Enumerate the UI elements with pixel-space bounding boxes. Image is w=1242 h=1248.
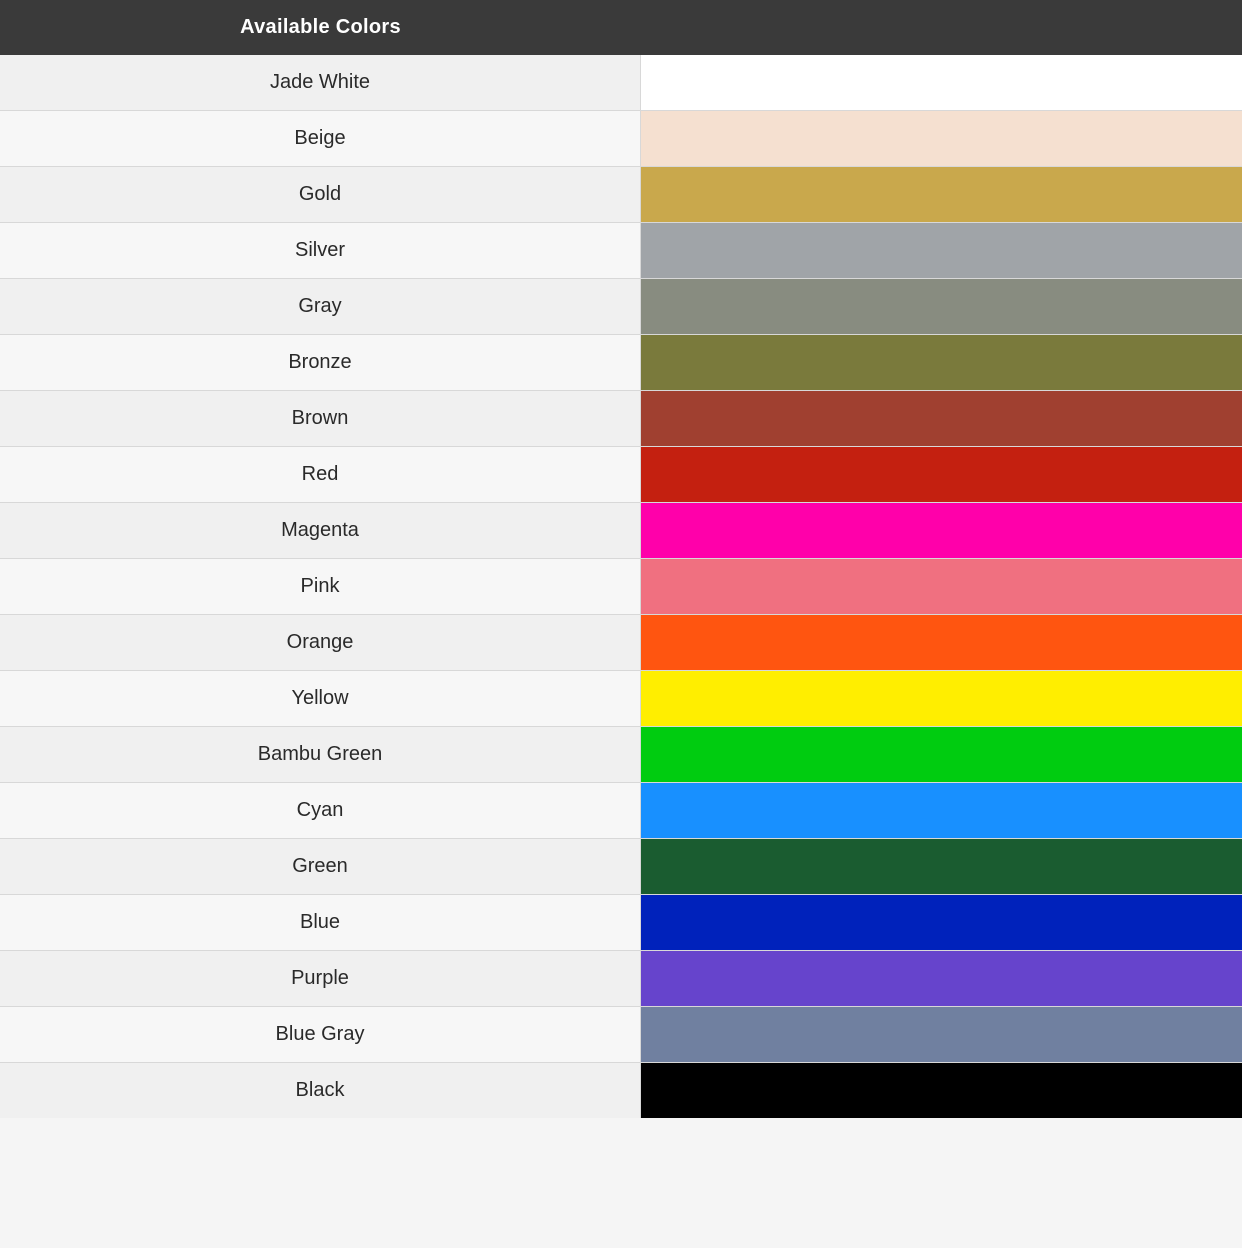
table-row: Pink [0,559,1242,615]
color-name-label: Pink [301,575,340,598]
color-name-label: Black [296,1079,345,1102]
color-name-label: Red [302,463,339,486]
table-title: Available Colors [240,16,401,39]
color-name-cell: Bambu Green [0,727,641,782]
color-name-label: Gold [299,183,341,206]
table-row: Red [0,447,1242,503]
table-row: Jade White [0,55,1242,111]
color-name-label: Green [292,855,348,878]
color-swatch [641,839,1242,894]
table-row: Orange [0,615,1242,671]
color-name-cell: Gold [0,167,641,222]
color-swatch [641,1063,1242,1118]
color-name-cell: Brown [0,391,641,446]
table-row: Cyan [0,783,1242,839]
table-header: Available Colors [0,0,1242,55]
table-row: Gray [0,279,1242,335]
color-name-cell: Cyan [0,783,641,838]
color-name-cell: Jade White [0,55,641,110]
table-row: Gold [0,167,1242,223]
table-row: Purple [0,951,1242,1007]
color-name-cell: Magenta [0,503,641,558]
color-swatch [641,895,1242,950]
color-swatch [641,279,1242,334]
color-name-label: Purple [291,967,349,990]
color-name-label: Cyan [297,799,344,822]
color-name-label: Blue Gray [276,1023,365,1046]
color-name-label: Gray [298,295,341,318]
color-name-cell: Beige [0,111,641,166]
color-swatch [641,55,1242,110]
color-name-cell: Purple [0,951,641,1006]
colors-table: Available Colors Jade White Beige Gold Silv… [0,0,1242,1118]
color-rows-container: Jade White Beige Gold Silver Gray Bronze Brown… [0,55,1242,1118]
table-row: Blue Gray [0,1007,1242,1063]
color-name-label: Orange [287,631,354,654]
color-name-cell: Black [0,1063,641,1118]
color-name-label: Bronze [288,351,351,374]
table-row: Black [0,1063,1242,1118]
color-swatch [641,111,1242,166]
color-swatch [641,223,1242,278]
color-name-cell: Gray [0,279,641,334]
color-name-label: Silver [295,239,345,262]
table-row: Bronze [0,335,1242,391]
color-swatch [641,167,1242,222]
color-swatch [641,335,1242,390]
color-swatch [641,1007,1242,1062]
color-name-cell: Blue Gray [0,1007,641,1062]
color-swatch [641,783,1242,838]
color-swatch [641,503,1242,558]
color-swatch [641,951,1242,1006]
color-name-label: Brown [292,407,349,430]
table-row: Silver [0,223,1242,279]
table-row: Beige [0,111,1242,167]
color-name-cell: Pink [0,559,641,614]
color-name-label: Bambu Green [258,743,383,766]
table-row: Brown [0,391,1242,447]
table-row: Magenta [0,503,1242,559]
color-swatch [641,727,1242,782]
color-name-cell: Green [0,839,641,894]
color-name-label: Blue [300,911,340,934]
color-swatch [641,391,1242,446]
table-row: Yellow [0,671,1242,727]
color-name-label: Beige [294,127,345,150]
color-swatch [641,447,1242,502]
color-name-label: Yellow [291,687,348,710]
color-name-cell: Silver [0,223,641,278]
table-row: Bambu Green [0,727,1242,783]
color-name-label: Jade White [270,71,370,94]
color-name-cell: Yellow [0,671,641,726]
color-name-cell: Red [0,447,641,502]
color-swatch [641,615,1242,670]
color-name-cell: Blue [0,895,641,950]
color-name-label: Magenta [281,519,359,542]
color-name-cell: Orange [0,615,641,670]
header-label-cell: Available Colors [0,16,641,39]
table-row: Blue [0,895,1242,951]
color-swatch [641,671,1242,726]
table-row: Green [0,839,1242,895]
color-swatch [641,559,1242,614]
color-name-cell: Bronze [0,335,641,390]
